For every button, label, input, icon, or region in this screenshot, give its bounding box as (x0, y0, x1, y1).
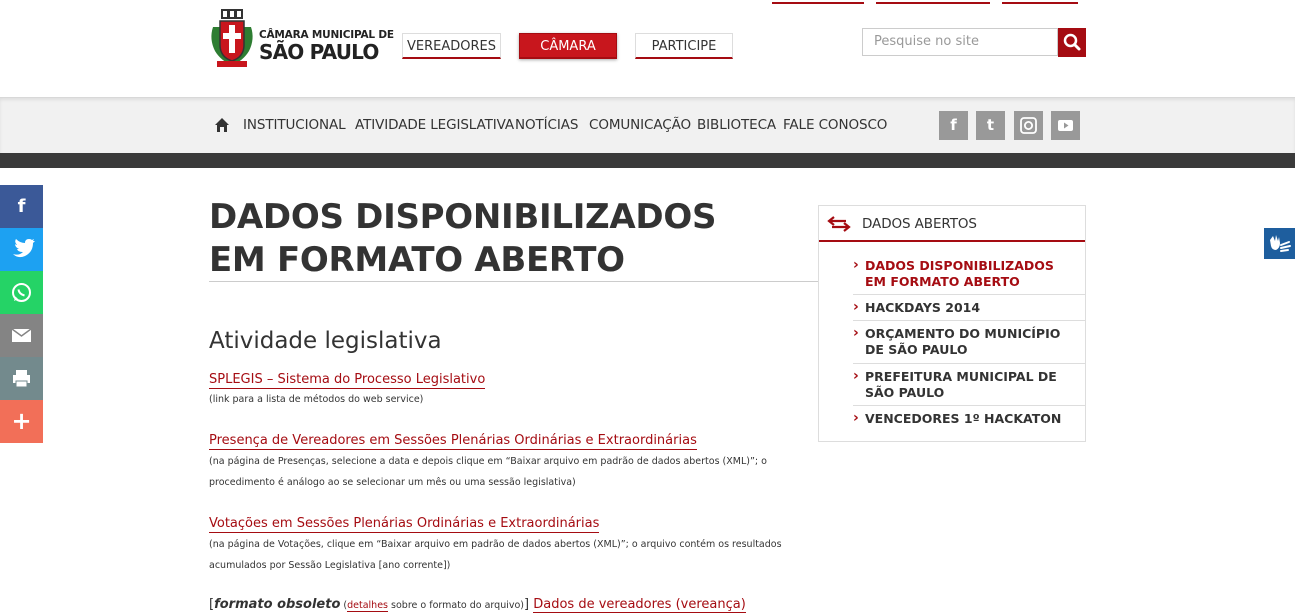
instagram-icon[interactable] (1014, 111, 1043, 140)
logo-title-line2: SÃO PAULO (259, 40, 379, 64)
sidebar-title: DADOS ABERTOS (862, 216, 977, 232)
sidebar-item-vencedores[interactable]: VENCEDORES 1º HACKATON (853, 410, 1065, 427)
twitter-icon[interactable]: t (976, 111, 1005, 140)
subnav-atividade-legislativa[interactable]: ATIVIDADE LEGISLATIVA (355, 117, 514, 133)
subnav-fale-conosco[interactable]: FALE CONOSCO (783, 117, 887, 133)
secondary-nav: INSTITUCIONAL ATIVIDADE LEGISLATIVA NOTÍ… (0, 97, 1295, 154)
youtube-icon[interactable] (1051, 111, 1080, 140)
link-votacoes[interactable]: Votações em Sessões Plenárias Ordinárias… (209, 516, 600, 533)
email-glyph (11, 328, 32, 342)
subnav-biblioteca[interactable]: BIBLIOTECA (697, 117, 776, 133)
share-twitter-icon[interactable] (0, 228, 43, 271)
share-email-icon[interactable] (0, 314, 43, 357)
sidebar-divider (853, 320, 1085, 321)
sidebar-divider (853, 294, 1085, 295)
printer-glyph (13, 370, 30, 388)
share-more-icon[interactable]: + (0, 400, 43, 443)
sign-language-icon (1270, 235, 1291, 252)
share-whatsapp-icon[interactable] (0, 271, 43, 314)
share-facebook-icon[interactable]: f (0, 185, 43, 228)
twitter-bird-icon (13, 239, 35, 258)
details-rest: sobre o formato do arquivo) (388, 600, 525, 611)
search-input[interactable]: Pesquise no site (862, 28, 1058, 56)
obsolete-format-line: [formato obsoleto (detalhes sobre o form… (209, 597, 746, 613)
nav-vereadores-button[interactable]: VEREADORES (402, 33, 501, 59)
sidebar-item-prefeitura[interactable]: PREFEITURA MUNICIPAL DE SÃO PAULO (853, 368, 1065, 401)
exchange-arrows-icon (827, 216, 851, 232)
site-logo[interactable]: CÂMARA MUNICIPAL DE SÃO PAULO (209, 9, 394, 71)
section-heading: Atividade legislativa (209, 328, 442, 354)
youtube-glyph (1058, 120, 1073, 131)
whatsapp-glyph (12, 283, 31, 302)
nav-camara-button[interactable]: CÂMARA (519, 33, 617, 59)
note-presenca: (na página de Presenças, selecione a dat… (209, 456, 767, 488)
search-button[interactable] (1058, 28, 1086, 57)
home-icon[interactable] (214, 117, 230, 133)
sidebar-dados-abertos: DADOS ABERTOS DADOS DISPONIBILIZADOS EM … (818, 205, 1086, 442)
title-divider (209, 281, 818, 282)
sidebar-divider (853, 405, 1085, 406)
note-splegis: (link para a lista de métodos do web ser… (209, 394, 424, 405)
link-vereanca[interactable]: Dados de vereadores (vereança) (533, 597, 746, 613)
instagram-glyph (1020, 117, 1037, 134)
sidebar-item-orcamento[interactable]: ORÇAMENTO DO MUNICÍPIO DE SÃO PAULO (853, 325, 1065, 358)
facebook-icon[interactable]: f (939, 111, 968, 140)
sidebar-header: DADOS ABERTOS (819, 206, 1085, 242)
bracket-close: ] (524, 597, 534, 612)
crest-icon (211, 9, 253, 67)
accessibility-libras-button[interactable] (1264, 228, 1295, 259)
obsolete-label: formato obsoleto (214, 597, 341, 612)
subnav-noticias[interactable]: NOTÍCIAS (515, 117, 578, 133)
search-icon (1063, 33, 1081, 51)
note-votacoes: (na página de Votações, clique em “Baixa… (209, 539, 782, 571)
top-link[interactable] (876, 0, 990, 4)
link-splegis[interactable]: SPLEGIS – Sistema do Processo Legislativ… (209, 372, 486, 389)
page-title: DADOS DISPONIBILIZADOS EM FORMATO ABERTO (209, 197, 717, 280)
site-header: CÂMARA MUNICIPAL DE SÃO PAULO VEREADORES… (0, 0, 1295, 97)
subnav-comunicacao[interactable]: COMUNICAÇÃO (589, 117, 691, 133)
link-presenca[interactable]: Presença de Vereadores em Sessões Plenár… (209, 433, 697, 450)
top-link[interactable] (772, 0, 864, 4)
nav-divider-bar (0, 153, 1295, 168)
details-link[interactable]: detalhes (347, 600, 389, 612)
sidebar-item-dados-formato-aberto[interactable]: DADOS DISPONIBILIZADOS EM FORMATO ABERTO (853, 257, 1065, 290)
sidebar-divider (853, 363, 1085, 364)
subnav-institucional[interactable]: INSTITUCIONAL (243, 117, 346, 133)
share-print-icon[interactable] (0, 357, 43, 400)
top-link[interactable] (1002, 0, 1078, 4)
nav-participe-button[interactable]: PARTICIPE (635, 33, 733, 59)
sidebar-item-hackdays[interactable]: HACKDAYS 2014 (853, 299, 1065, 316)
